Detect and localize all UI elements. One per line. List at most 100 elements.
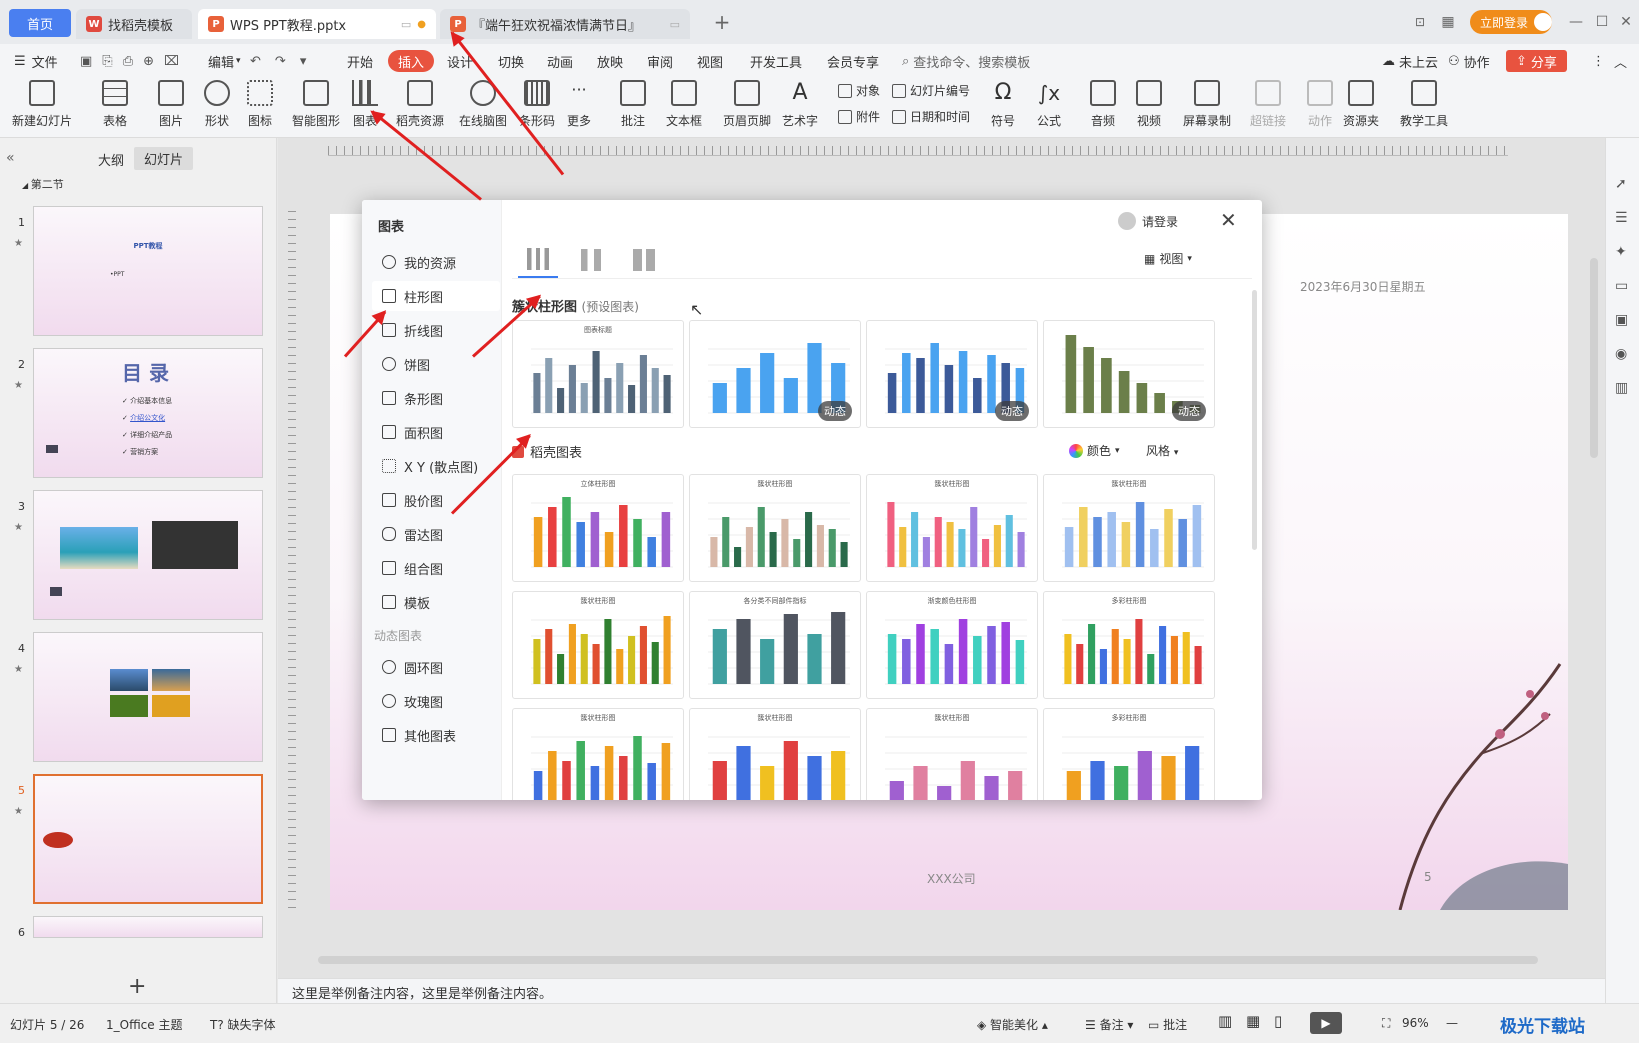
video-button[interactable]: 视频 (1136, 80, 1162, 129)
cat-pie[interactable]: 饼图 (372, 349, 500, 379)
cat-rose[interactable]: 玫瑰图 (372, 686, 500, 716)
grid-icon[interactable]: ▦ (1436, 10, 1460, 34)
command-search[interactable]: ⌕ 查找命令、搜索模板 (902, 50, 1030, 72)
horizontal-scrollbar[interactable] (318, 956, 1538, 964)
image-icon[interactable]: ▣ (1615, 312, 1628, 328)
preset-card-2[interactable]: 动态 (689, 320, 861, 428)
docer-card-9[interactable]: 簇状柱形图 (512, 708, 684, 800)
cat-template[interactable]: 模板 (372, 587, 500, 617)
cat-other[interactable]: 其他图表 (372, 720, 500, 750)
book-icon[interactable]: ▥ (1615, 380, 1628, 396)
docer-card-3[interactable]: 簇状柱形图 (866, 474, 1038, 582)
add-slide-button[interactable]: + (128, 974, 146, 999)
slide-thumb-5[interactable] (33, 774, 263, 904)
zoom-level[interactable]: 96% (1402, 1016, 1429, 1030)
more-button[interactable]: ··· 更多 (566, 80, 592, 129)
cat-column[interactable]: 柱形图 (372, 281, 500, 311)
dialog-login[interactable]: 请登录 (1118, 212, 1178, 230)
print-icon[interactable]: ⎙ (123, 54, 133, 69)
section-label[interactable]: ◢ 第二节 (22, 176, 64, 192)
dropdown-icon[interactable]: ▾ (300, 54, 307, 69)
vertical-scrollbar[interactable] (1590, 258, 1598, 458)
docer-resource-button[interactable]: 稻壳资源 (396, 80, 444, 129)
edit-menu[interactable]: 编辑 ▾ (208, 50, 241, 72)
resource-folder-button[interactable]: 资源夹 (1343, 80, 1379, 129)
docer-card-2[interactable]: 簇状柱形图 (689, 474, 861, 582)
missing-font[interactable]: T? 缺失字体 (210, 1016, 276, 1033)
view-toggle[interactable]: ▦ 视图 ▾ (1144, 250, 1192, 267)
header-footer-button[interactable]: 页眉页脚 (723, 80, 771, 129)
cat-radar[interactable]: 雷达图 (372, 519, 500, 549)
menu-view[interactable]: 视图 (697, 50, 723, 72)
object-button[interactable]: 对象 (838, 82, 880, 99)
collapse-panel-icon[interactable]: « (6, 150, 15, 166)
undo-icon[interactable]: ↶ (250, 54, 261, 69)
slide-thumb-2[interactable]: 目 录 ✓ 介绍基本信息 ✓ 介绍公文化 ✓ 详细介绍产品 ✓ 营销方案 (33, 348, 263, 478)
save-icon[interactable]: ▣ (80, 54, 92, 69)
hyperlink-button[interactable]: 超链接 (1250, 80, 1286, 129)
preset-card-1[interactable]: 图表标题 (512, 320, 684, 428)
reading-view-icon[interactable]: ▯ (1274, 1012, 1282, 1030)
comment-toggle[interactable]: ▭ 批注 (1148, 1016, 1187, 1033)
docer-card-6[interactable]: 各分类不同部件指标 (689, 591, 861, 699)
menu-animation[interactable]: 动画 (547, 50, 573, 72)
collab-button[interactable]: ⚇ 协作 (1448, 50, 1490, 72)
subtype-stacked[interactable] (572, 242, 612, 278)
maximize-icon[interactable]: ☐ (1590, 10, 1614, 34)
layout-icon[interactable]: ⊡ (1408, 10, 1432, 34)
sliders-icon[interactable]: ☰ (1615, 210, 1628, 226)
symbol-button[interactable]: Ω 符号 (990, 80, 1016, 129)
docer-card-5[interactable]: 簇状柱形图 (512, 591, 684, 699)
dialog-scrollbar[interactable] (1252, 290, 1257, 550)
new-tab-button[interactable]: + (710, 10, 734, 34)
new-slide-button[interactable]: 新建幻灯片 (12, 80, 72, 129)
close-icon[interactable]: ✕ (1614, 10, 1638, 34)
file-menu[interactable]: ☰ 文件 (14, 50, 58, 72)
slide-thumb-6[interactable] (33, 916, 263, 938)
docer-card-11[interactable]: 簇状柱形图 (866, 708, 1038, 800)
tab-docer-template[interactable]: W 找稻壳模板 (76, 9, 192, 39)
pin-icon[interactable]: ✦ (1615, 244, 1627, 260)
sorter-view-icon[interactable]: ▦ (1246, 1012, 1260, 1030)
dialog-close-icon[interactable]: ✕ (1220, 208, 1237, 232)
tab-outline[interactable]: 大纲 (98, 150, 124, 169)
comment-button[interactable]: 批注 (620, 80, 646, 129)
wordart-button[interactable]: A 艺术字 (782, 80, 818, 129)
cat-bar[interactable]: 条形图 (372, 383, 500, 413)
action-button[interactable]: 动作 (1307, 80, 1333, 129)
cat-donut[interactable]: 圆环图 (372, 652, 500, 682)
monitor-icon[interactable]: ▭ (1615, 278, 1628, 294)
menu-review[interactable]: 审阅 (647, 50, 673, 72)
menu-slideshow[interactable]: 放映 (597, 50, 623, 72)
play-button[interactable]: ▶ (1310, 1012, 1342, 1034)
slide-thumb-1[interactable]: PPT教程 •PPT (33, 206, 263, 336)
slide-thumb-4[interactable] (33, 632, 263, 762)
cat-scatter[interactable]: X Y (散点图) (372, 451, 500, 481)
slide-number-button[interactable]: 幻灯片编号 (892, 82, 970, 99)
attach-button[interactable]: 附件 (838, 108, 880, 125)
color-filter[interactable]: 颜色 ▾ (1069, 442, 1120, 459)
cat-line[interactable]: 折线图 (372, 315, 500, 345)
notes-toggle[interactable]: ☰ 备注 ▾ (1085, 1016, 1133, 1033)
subtype-clustered[interactable] (518, 242, 558, 278)
cloud-status[interactable]: ☁ 未上云 (1382, 50, 1438, 72)
fit-icon[interactable]: ⛶ (1382, 1016, 1390, 1031)
audio-button[interactable]: 音频 (1090, 80, 1116, 129)
tab-slides[interactable]: 幻灯片 (134, 147, 194, 170)
docer-card-8[interactable]: 多彩柱形图 (1043, 591, 1215, 699)
share-button[interactable]: ⇪ 分享 (1506, 50, 1567, 72)
icon-button[interactable]: 图标 (247, 80, 273, 129)
format-icon[interactable]: ⌧ (164, 54, 179, 69)
menu-start[interactable]: 开始 (347, 50, 373, 72)
smart-beautify[interactable]: ◈ 智能美化 ▴ (977, 1016, 1048, 1033)
more-icon[interactable]: ⋮ (1592, 50, 1605, 72)
table-button[interactable]: 表格 (102, 80, 128, 129)
normal-view-icon[interactable]: ▥ (1218, 1012, 1232, 1030)
redo-icon[interactable]: ↷ (275, 54, 286, 69)
formula-button[interactable]: ∫x 公式 (1036, 80, 1062, 129)
export-icon[interactable]: ⎘ (102, 54, 112, 69)
theme-name[interactable]: 1_Office 主题 (106, 1016, 182, 1033)
tab-dragon-boat[interactable]: P 『端午狂欢祝福浓情满节日』 ▭ (440, 9, 690, 39)
docer-card-7[interactable]: 渐变颜色柱形图 (866, 591, 1038, 699)
notes-area[interactable]: 这里是举例备注内容，这里是举例备注内容。 (278, 978, 1605, 1003)
